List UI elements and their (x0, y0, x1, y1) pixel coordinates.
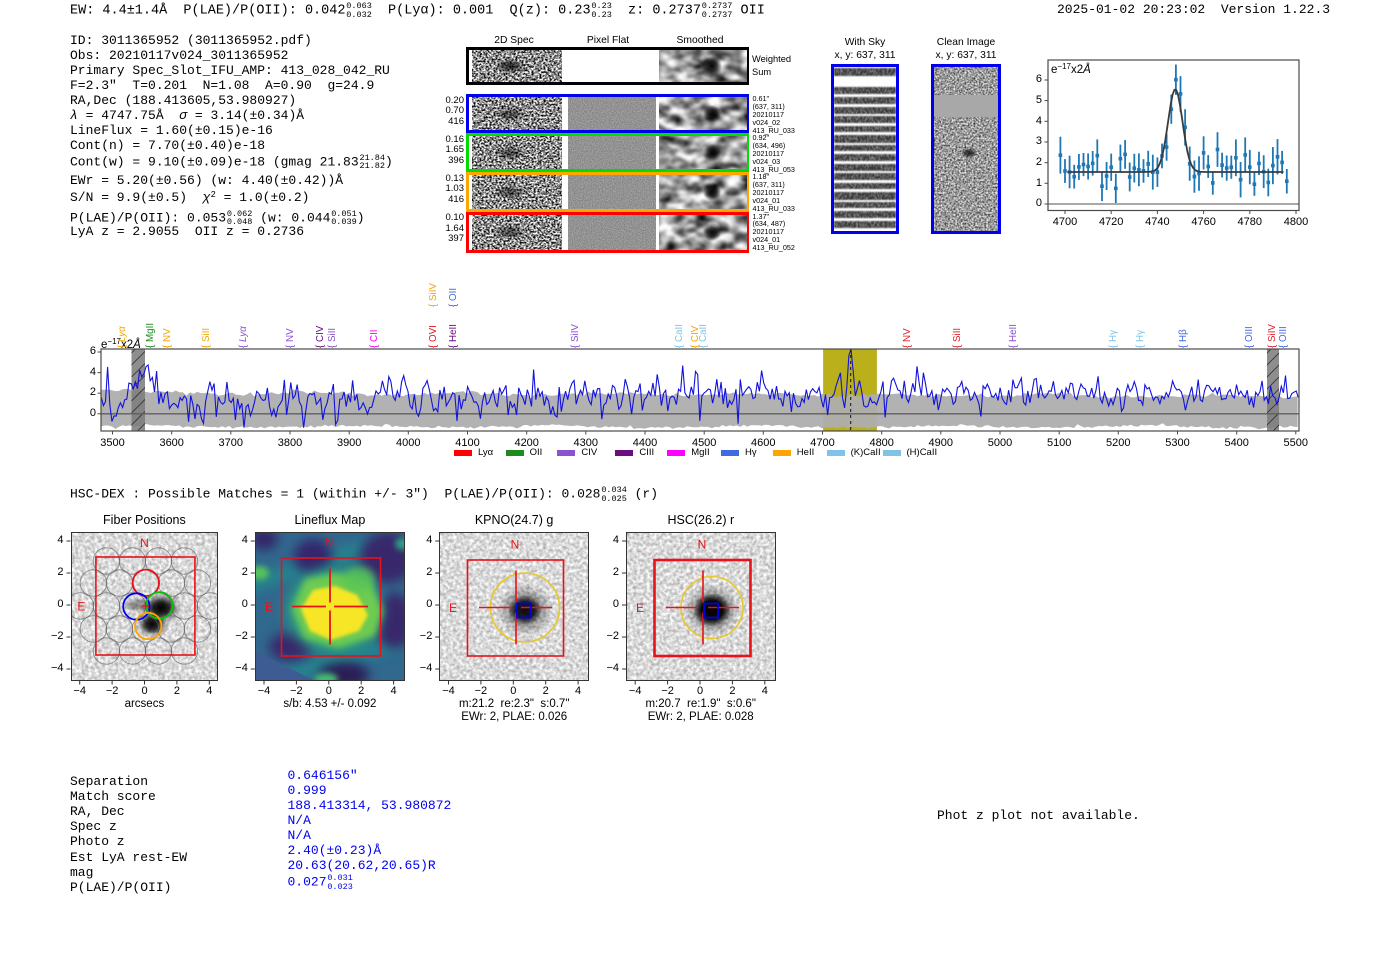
svg-text:E: E (449, 601, 457, 615)
svg-text:N: N (140, 536, 149, 550)
svg-text:E: E (77, 600, 85, 614)
svg-text:E: E (265, 600, 273, 614)
svg-text:E: E (636, 601, 644, 615)
svg-text:N: N (511, 538, 520, 552)
svg-text:N: N (324, 535, 333, 549)
svg-text:N: N (698, 538, 707, 552)
